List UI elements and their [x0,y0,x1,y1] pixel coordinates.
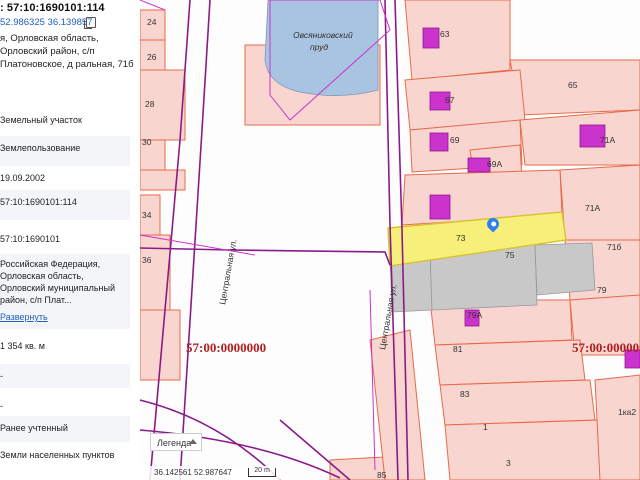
parcel-label: 28 [145,99,155,109]
parcel-label: 75 [505,250,515,260]
row-area: 1 354 кв. м [0,334,130,358]
row-status: Ранее учтенный [0,416,130,442]
row-quarter: 57:10:1690101 [0,227,130,251]
legend-label: Легенда [157,438,192,448]
row-label: 1 354 кв. м [0,341,45,351]
quarter-label: 57:00:0000000 [186,340,266,355]
parcel-label: 63 [440,29,450,39]
pond-label: Овсяниковский [293,30,353,40]
address-text: я, Орловская область, Орловский район, с… [0,33,134,70]
scale-label: 20 m [254,467,270,474]
parcel-label: 34 [142,210,152,220]
map-svg[interactable]: Овсяниковский пруд Центральная ул. Центр… [140,0,640,480]
quarter-label-2: 57:00:0000000 [572,340,640,355]
parcel-label: 1 [483,422,488,432]
row-object-type: Земельный участок [0,108,130,132]
street-label: Центральная ул. [217,238,238,305]
chevron-up-icon [189,439,197,444]
expand-link[interactable]: Развернуть [0,309,130,329]
row-dash-2: - [0,394,130,418]
parcel-label: 65 [568,80,578,90]
row-expand: Развернуть [0,309,130,329]
row-label: - [0,401,3,411]
parcel-label: 85 [377,470,387,480]
parcel-1 [444,419,601,480]
row-dash-1: - [0,364,130,388]
info-panel: : 57:10:1690101:114 52.986325 36.139857 … [0,0,140,480]
building-71 [429,194,451,220]
cadastral-number-title: : 57:10:1690101:114 [0,2,105,14]
parcel-label: 69А [487,159,502,169]
row-label: Земли населенных пунктов [0,450,115,460]
row-subtype: Землепользование [0,136,130,166]
parcel-label: 1ка2 [618,407,636,417]
parcel-83 [439,379,596,426]
parcel-label: 81 [453,344,463,354]
copy-icon[interactable] [84,17,96,29]
row-label: - [0,371,3,381]
parcel-label: 71А [600,135,615,145]
pond-label-2: пруд [310,42,328,52]
parcel-label: 79 [597,285,607,295]
parcel-63-block [404,0,511,81]
parcel-label: 83 [460,389,470,399]
parcel-label: 79А [467,310,482,320]
row-label: 57:10:1690101:114 [0,197,77,207]
parcel-label: 24 [147,17,157,27]
parcel-1ka2 [594,374,640,480]
row-category: Земли населенных пунктов [0,443,130,467]
legend-toggle[interactable]: Легенда [150,433,202,451]
parcel-label-73: 73 [456,233,466,243]
row-label: 19.09.2002 [0,173,46,183]
parcel-label: 30 [142,137,152,147]
row-label: Российская Федерация, Орловская область,… [0,259,115,305]
parcel-label: 67 [445,95,455,105]
parcel-label: 3 [506,458,511,468]
parcel-label: 71А [585,203,600,213]
building-63 [422,27,440,49]
grey-parcel-right [534,242,596,296]
parcel-label: 36 [142,255,152,265]
scale-bar: 20 m [248,467,276,477]
coordinates-text[interactable]: 52.986325 36.139857 [0,17,92,28]
row-cad-number: 57:10:1690101:114 [0,190,130,220]
row-date: 19.09.2002 [0,166,130,190]
row-label: Земельный участок [0,115,82,125]
building-69 [429,132,449,152]
row-label: Ранее учтенный [0,423,68,433]
row-label: Землепользование [0,143,81,153]
row-label: 57:10:1690101 [0,234,61,244]
parcel-label: 69 [450,135,460,145]
row-address: Российская Федерация, Орловская область,… [0,254,130,314]
parcel-label: 71б [607,242,621,252]
map-canvas[interactable]: Овсяниковский пруд Центральная ул. Центр… [140,0,640,480]
parcel-label: 26 [147,52,157,62]
